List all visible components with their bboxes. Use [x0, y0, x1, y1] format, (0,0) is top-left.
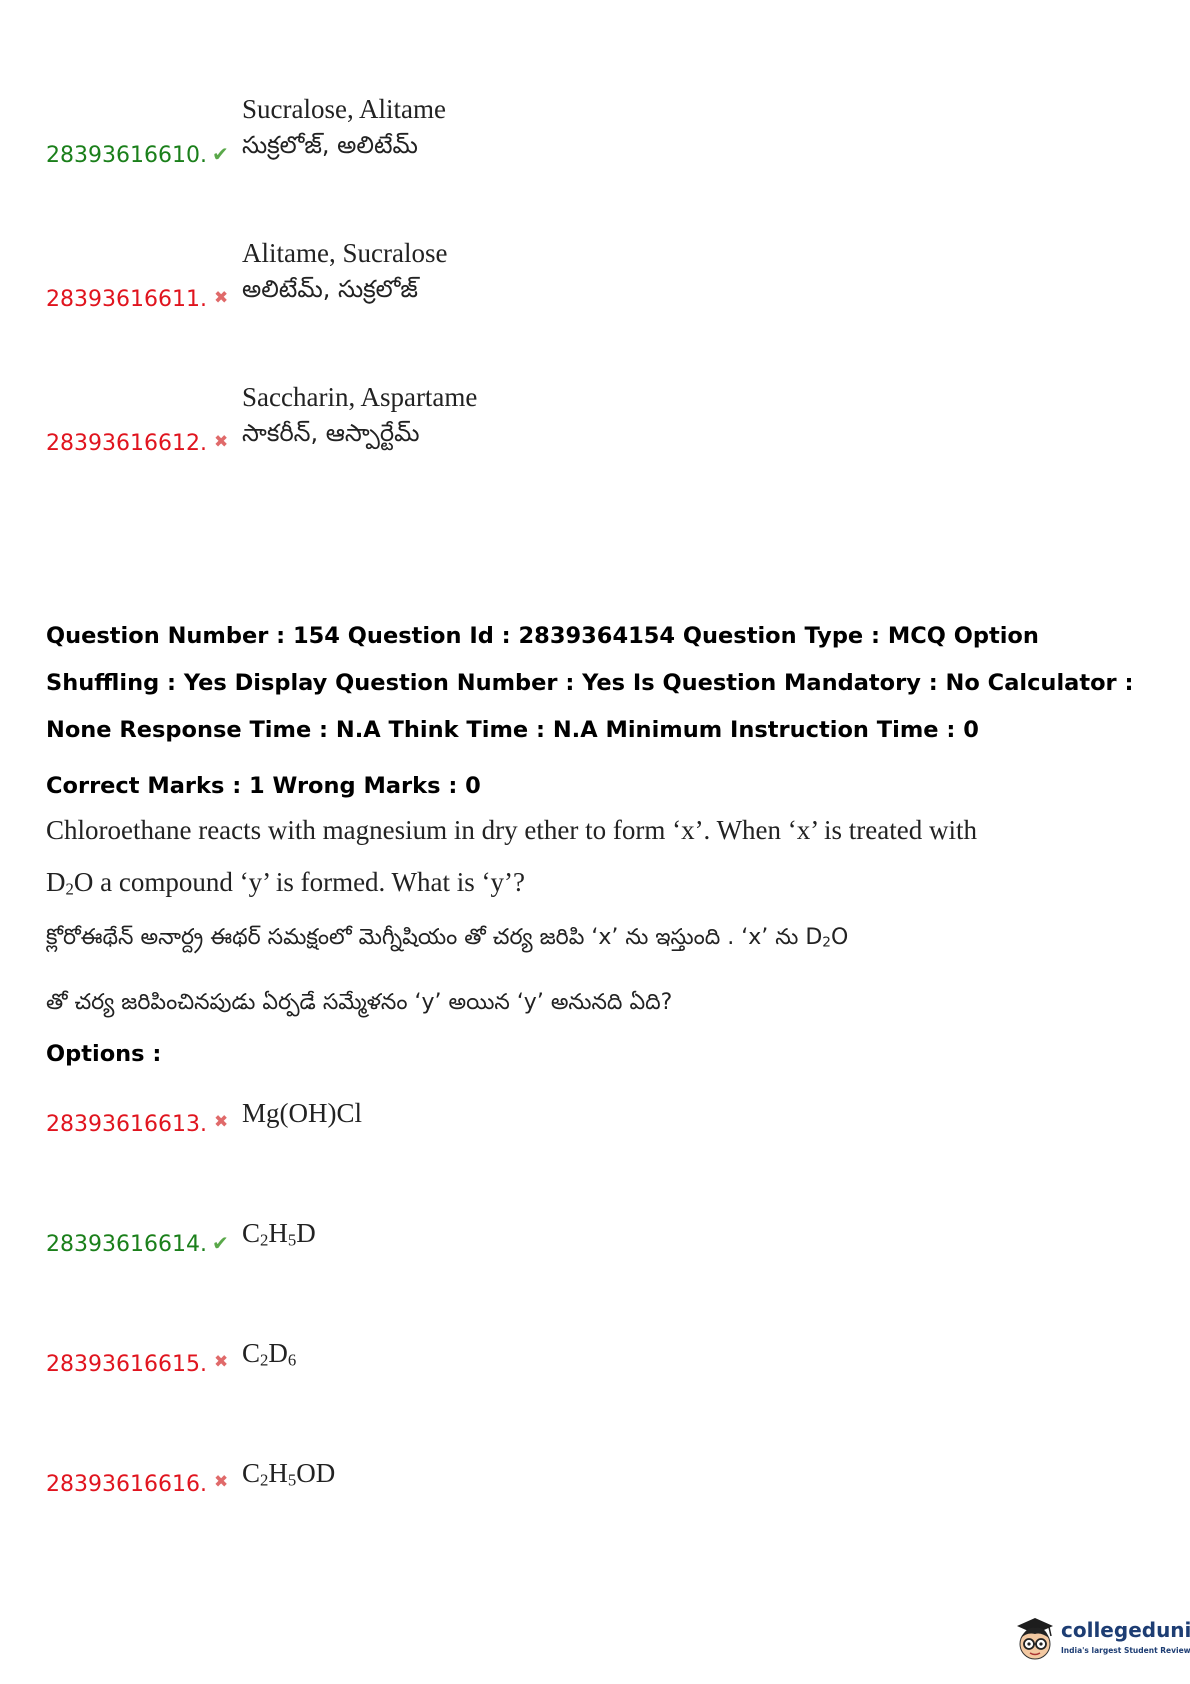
option-text: C2H5OD [242, 1458, 336, 1490]
option-number: 28393616612. [46, 431, 207, 456]
cross-icon: ✖ [214, 1352, 229, 1372]
option-text: C2D6 [242, 1338, 297, 1370]
question-text-en-2: D2O a compound ‘y’ is formed. What is ‘y… [46, 867, 526, 899]
cross-icon: ✖ [214, 1112, 229, 1132]
option-number: 28393616615. [46, 1352, 207, 1377]
collegedunia-logo: collegedunia India's largest Student Rev… [1013, 1610, 1190, 1670]
cross-icon: ✖ [214, 432, 229, 452]
option-number: 28393616613. [46, 1112, 207, 1137]
option-number: 28393616614. [46, 1232, 207, 1257]
option-number: 28393616610. [46, 143, 207, 168]
question-meta: Question Number : 154 Question Id : 2839… [46, 623, 1134, 743]
question-text-te-1: క్లోరోఈథేన్ అనార్ద్ర ఈథర్ సమక్షంలో మెగ్న… [46, 925, 849, 951]
question-text-en-1: Chloroethane reacts with magnesium in dr… [46, 815, 977, 845]
question-marks: Correct Marks : 1 Wrong Marks : 0 [46, 773, 481, 799]
check-icon: ✔ [212, 1231, 229, 1255]
option-text: Saccharin, Aspartame సాకరీన్, ఆస్పార్టేమ… [242, 382, 478, 447]
option-text: Sucralose, Alitame సుక్రలోజ్, అలిటేమ్ [242, 94, 446, 159]
mascot-icon [1017, 1618, 1053, 1660]
logo-tagline: India's largest Student Review Platform [1061, 1646, 1190, 1655]
logo-wordmark: collegedunia [1061, 1618, 1190, 1642]
cross-icon: ✖ [214, 1472, 229, 1492]
option-text: Mg(OH)Cl [242, 1098, 362, 1128]
option-text: Alitame, Sucralose అలిటేమ్, సుక్రలోజ్ [242, 238, 448, 303]
option-text: C2H5D [242, 1218, 316, 1250]
options-label: Options : [46, 1041, 162, 1067]
cross-icon: ✖ [214, 288, 229, 308]
option-number: 28393616616. [46, 1472, 207, 1497]
check-icon: ✔ [212, 142, 229, 166]
option-number: 28393616611. [46, 287, 207, 312]
question-text-te-2: తో చర్య జరిపించినపుడు ఏర్పడే సమ్మేళనం ‘y… [46, 990, 673, 1015]
